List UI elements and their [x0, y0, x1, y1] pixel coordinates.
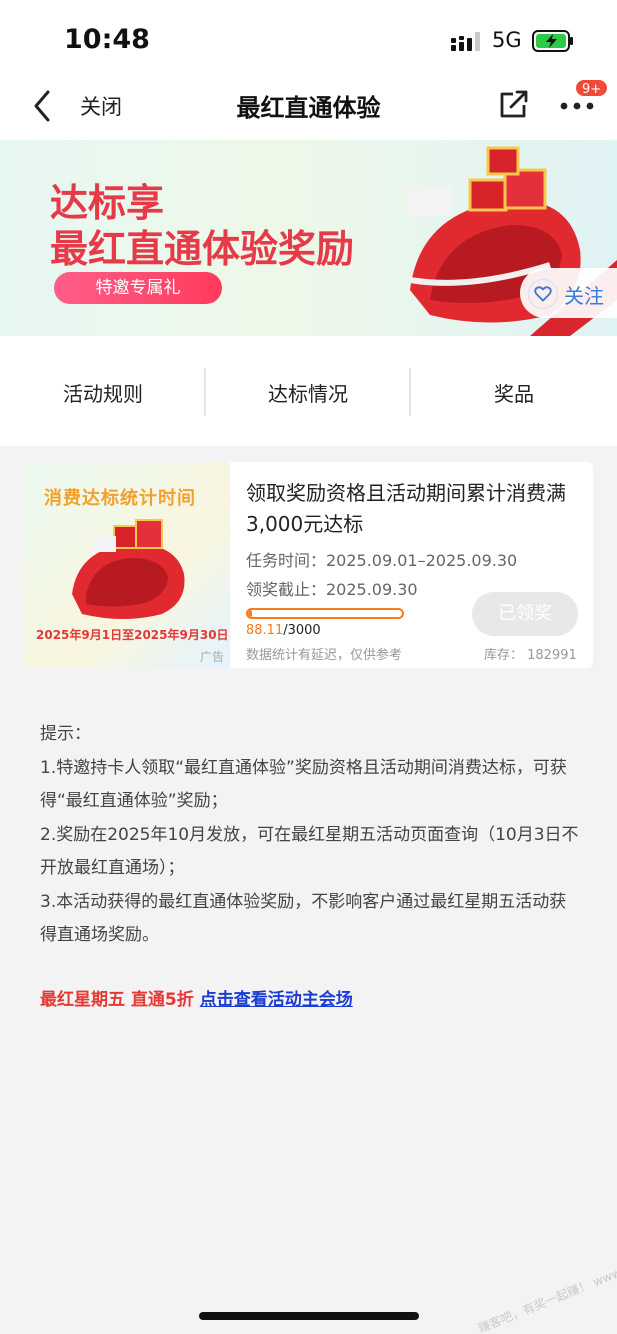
task-image-date: 2025年9月1日至2025年9月30日: [36, 628, 229, 642]
banner-pill: 特邀专属礼: [54, 272, 222, 304]
tip-item: 2.奖励在2025年10月发放，可在最红星期五活动页面查询（10月3日不开放最红…: [40, 824, 579, 879]
tip-item: 1.特邀持卡人领取“最红直通体验”奖励资格且活动期间消费达标，可获得“最红直通体…: [40, 757, 567, 812]
home-indicator[interactable]: [199, 1312, 419, 1320]
task-image-title: 消费达标统计时间: [44, 488, 196, 509]
banner-subheadline: 最红直通体验奖励: [50, 227, 355, 271]
task-title: 领取奖励资格且活动期间累计消费满3,000元达标: [246, 481, 566, 536]
tab-status[interactable]: 达标情况: [228, 378, 388, 407]
task-time: 任务时间：2025.09.01–2025.09.30: [246, 551, 518, 570]
nav-bar: 关闭 最红直通体验 9+: [0, 78, 617, 140]
claimed-button[interactable]: 已领奖: [472, 592, 578, 636]
signal-icon: [451, 32, 480, 51]
stock-count: 库存： 182991: [484, 648, 577, 663]
status-time: 10:48: [64, 24, 150, 55]
task-note: 数据统计有延迟，仅供参考: [246, 648, 403, 663]
tip-item: 3.本活动获得的最红直通体验奖励，不影响客户通过最红星期五活动获得直通场奖励。: [40, 891, 567, 946]
task-deadline: 领奖截止：2025.09.30: [246, 580, 418, 599]
progress-text: 88.11/3000: [246, 623, 321, 638]
progress-fill: [248, 610, 253, 617]
close-button[interactable]: 关闭: [80, 91, 122, 121]
share-icon[interactable]: [498, 88, 530, 120]
task-card: 消费达标统计时间 2025年9月1日至2025年9月30日 广告 领取奖励资格且…: [24, 462, 593, 668]
promo-text: 最红星期五 直通5折: [40, 990, 194, 1010]
heart-icon: [528, 279, 558, 309]
ad-label: 广告: [200, 650, 225, 664]
tips-heading: 提示：: [40, 724, 91, 744]
tab-divider: [409, 368, 411, 416]
tab-divider: [204, 368, 206, 416]
car-illustration: [72, 519, 185, 619]
battery-icon: [532, 30, 573, 52]
progress-total: /3000: [283, 623, 321, 638]
task-image: 消费达标统计时间 2025年9月1日至2025年9月30日 广告: [24, 462, 230, 668]
status-bar: 10:48 5G: [0, 0, 617, 78]
watermark: 赚客吧，有奖一起赚！ www.zuanke8.com: [476, 1234, 617, 1334]
follow-label: 关注: [564, 284, 604, 308]
network-label: 5G: [492, 28, 522, 52]
tab-prizes[interactable]: 奖品: [434, 378, 594, 407]
promo-line: 最红星期五 直通5折 点击查看活动主会场: [40, 985, 353, 1010]
follow-button[interactable]: 关注: [520, 268, 617, 318]
main-venue-link[interactable]: 点击查看活动主会场: [200, 990, 353, 1010]
back-icon[interactable]: [30, 88, 56, 124]
progress-current: 88.11: [246, 623, 284, 638]
notification-badge: 9+: [574, 78, 610, 98]
tab-rules[interactable]: 活动规则: [23, 378, 183, 407]
tips-section: 提示： 1.特邀持卡人领取“最红直通体验”奖励资格且活动期间消费达标，可获得“最…: [40, 718, 580, 953]
progress-bar: [246, 608, 404, 619]
tab-bar: 活动规则 达标情况 奖品: [0, 336, 617, 446]
